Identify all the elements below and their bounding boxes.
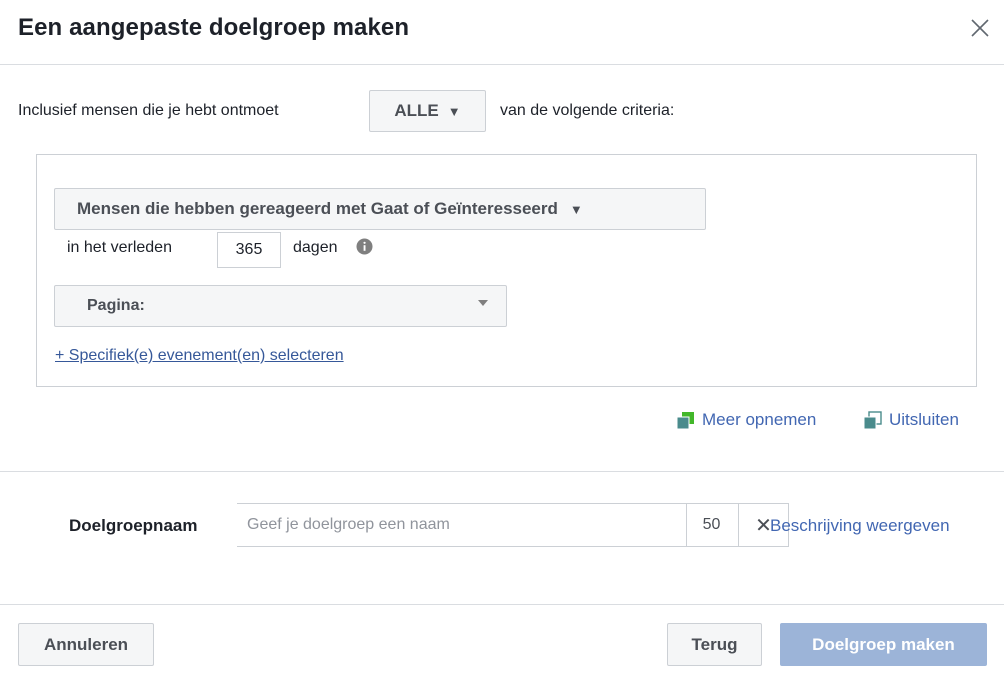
page-dropdown[interactable]: Pagina: — [54, 285, 507, 327]
caret-down-icon: ▼ — [447, 103, 461, 119]
event-type-dropdown[interactable]: Mensen die hebben gereageerd met Gaat of… — [54, 188, 706, 230]
back-button[interactable]: Terug — [667, 623, 762, 666]
dialog-title: Een aangepaste doelgroep maken — [18, 14, 410, 41]
show-description-link[interactable]: Beschrijving weergeven — [770, 516, 950, 536]
past-label: in het verleden — [67, 239, 172, 256]
exclude-label: Uitsluiten — [889, 410, 959, 429]
char-count: 50 — [686, 504, 736, 546]
info-icon[interactable] — [356, 238, 373, 255]
include-more-button[interactable]: Meer opnemen — [676, 410, 816, 430]
match-type-dropdown[interactable]: ALLE ▼ — [369, 90, 486, 132]
section-divider — [0, 471, 1004, 472]
audience-name-label: Doelgroepnaam — [69, 516, 198, 535]
select-specific-events-link[interactable]: + Specifiek(e) evenement(en) selecteren — [55, 347, 344, 365]
footer-divider — [0, 604, 1004, 605]
audience-name-input[interactable] — [247, 506, 677, 544]
exclude-icon — [863, 410, 882, 429]
include-more-label: Meer opnemen — [702, 410, 817, 429]
days-label: dagen — [293, 239, 338, 256]
page-dropdown-label: Pagina: — [87, 297, 145, 314]
event-type-label: Mensen die hebben gereageerd met Gaat of… — [77, 199, 558, 218]
caret-down-icon: ▼ — [569, 201, 583, 217]
header-divider — [0, 64, 1004, 65]
cancel-button[interactable]: Annuleren — [18, 623, 154, 666]
include-prefix-text: Inclusief mensen die je hebt ontmoet — [18, 102, 279, 119]
match-type-label: ALLE — [394, 101, 439, 120]
include-suffix-text: van de volgende criteria: — [500, 102, 675, 119]
include-more-icon — [676, 411, 694, 429]
create-audience-button[interactable]: Doelgroep maken — [780, 623, 987, 666]
close-icon[interactable] — [968, 16, 992, 40]
exclude-button[interactable]: Uitsluiten — [863, 410, 959, 430]
retention-days-input[interactable] — [217, 232, 281, 268]
caret-down-icon — [478, 300, 488, 306]
